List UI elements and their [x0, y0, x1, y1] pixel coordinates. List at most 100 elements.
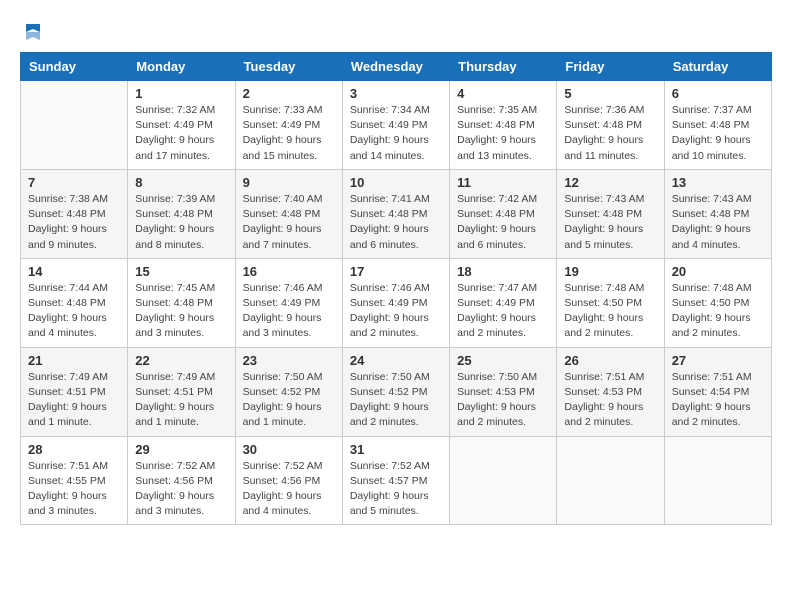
day-info: Sunrise: 7:52 AMSunset: 4:56 PMDaylight:… — [135, 459, 227, 520]
day-info: Sunrise: 7:35 AMSunset: 4:48 PMDaylight:… — [457, 103, 549, 164]
day-number: 6 — [672, 86, 764, 101]
day-number: 21 — [28, 353, 120, 368]
day-number: 8 — [135, 175, 227, 190]
column-header-thursday: Thursday — [450, 53, 557, 81]
day-info: Sunrise: 7:42 AMSunset: 4:48 PMDaylight:… — [457, 192, 549, 253]
day-info: Sunrise: 7:50 AMSunset: 4:53 PMDaylight:… — [457, 370, 549, 431]
calendar-cell: 31 Sunrise: 7:52 AMSunset: 4:57 PMDayligh… — [342, 436, 449, 525]
calendar-cell: 30 Sunrise: 7:52 AMSunset: 4:56 PMDayligh… — [235, 436, 342, 525]
day-number: 23 — [243, 353, 335, 368]
day-number: 30 — [243, 442, 335, 457]
calendar-cell: 11 Sunrise: 7:42 AMSunset: 4:48 PMDayligh… — [450, 169, 557, 258]
calendar-cell: 22 Sunrise: 7:49 AMSunset: 4:51 PMDayligh… — [128, 347, 235, 436]
day-number: 16 — [243, 264, 335, 279]
column-header-monday: Monday — [128, 53, 235, 81]
day-number: 10 — [350, 175, 442, 190]
day-number: 3 — [350, 86, 442, 101]
day-info: Sunrise: 7:46 AMSunset: 4:49 PMDaylight:… — [243, 281, 335, 342]
day-info: Sunrise: 7:45 AMSunset: 4:48 PMDaylight:… — [135, 281, 227, 342]
day-info: Sunrise: 7:49 AMSunset: 4:51 PMDaylight:… — [135, 370, 227, 431]
day-info: Sunrise: 7:32 AMSunset: 4:49 PMDaylight:… — [135, 103, 227, 164]
day-info: Sunrise: 7:51 AMSunset: 4:55 PMDaylight:… — [28, 459, 120, 520]
day-info: Sunrise: 7:41 AMSunset: 4:48 PMDaylight:… — [350, 192, 442, 253]
calendar-cell: 2Sunrise: 7:33 AMSunset: 4:49 PMDaylight… — [235, 81, 342, 170]
logo — [20, 20, 44, 42]
day-info: Sunrise: 7:43 AMSunset: 4:48 PMDaylight:… — [564, 192, 656, 253]
day-number: 20 — [672, 264, 764, 279]
day-number: 18 — [457, 264, 549, 279]
calendar-cell: 3 Sunrise: 7:34 AMSunset: 4:49 PMDaylight… — [342, 81, 449, 170]
column-header-saturday: Saturday — [664, 53, 771, 81]
day-info: Sunrise: 7:43 AMSunset: 4:48 PMDaylight:… — [672, 192, 764, 253]
day-info: Sunrise: 7:38 AMSunset: 4:48 PMDaylight:… — [28, 192, 120, 253]
day-number: 19 — [564, 264, 656, 279]
calendar-cell: 12 Sunrise: 7:43 AMSunset: 4:48 PMDayligh… — [557, 169, 664, 258]
calendar-cell: 23 Sunrise: 7:50 AMSunset: 4:52 PMDayligh… — [235, 347, 342, 436]
day-number: 5 — [564, 86, 656, 101]
calendar-cell: 29 Sunrise: 7:52 AMSunset: 4:56 PMDayligh… — [128, 436, 235, 525]
day-number: 26 — [564, 353, 656, 368]
column-header-tuesday: Tuesday — [235, 53, 342, 81]
calendar-cell — [664, 436, 771, 525]
calendar-week-row: 1Sunrise: 7:32 AMSunset: 4:49 PMDaylight… — [21, 81, 772, 170]
day-number: 11 — [457, 175, 549, 190]
day-info: Sunrise: 7:48 AMSunset: 4:50 PMDaylight:… — [564, 281, 656, 342]
calendar-cell: 27 Sunrise: 7:51 AMSunset: 4:54 PMDayligh… — [664, 347, 771, 436]
day-number: 14 — [28, 264, 120, 279]
calendar-cell: 15Sunrise: 7:45 AMSunset: 4:48 PMDayligh… — [128, 258, 235, 347]
day-number: 25 — [457, 353, 549, 368]
calendar-cell: 17 Sunrise: 7:46 AMSunset: 4:49 PMDayligh… — [342, 258, 449, 347]
day-number: 27 — [672, 353, 764, 368]
day-info: Sunrise: 7:51 AMSunset: 4:53 PMDaylight:… — [564, 370, 656, 431]
day-info: Sunrise: 7:46 AMSunset: 4:49 PMDaylight:… — [350, 281, 442, 342]
calendar-header-row: SundayMondayTuesdayWednesdayThursdayFrid… — [21, 53, 772, 81]
calendar-cell: 1Sunrise: 7:32 AMSunset: 4:49 PMDaylight… — [128, 81, 235, 170]
calendar-cell: 20Sunrise: 7:48 AMSunset: 4:50 PMDayligh… — [664, 258, 771, 347]
day-number: 7 — [28, 175, 120, 190]
day-number: 29 — [135, 442, 227, 457]
calendar-table: SundayMondayTuesdayWednesdayThursdayFrid… — [20, 52, 772, 525]
day-number: 13 — [672, 175, 764, 190]
day-info: Sunrise: 7:40 AMSunset: 4:48 PMDaylight:… — [243, 192, 335, 253]
calendar-cell: 10 Sunrise: 7:41 AMSunset: 4:48 PMDayligh… — [342, 169, 449, 258]
calendar-cell: 9 Sunrise: 7:40 AMSunset: 4:48 PMDaylight… — [235, 169, 342, 258]
calendar-cell: 28 Sunrise: 7:51 AMSunset: 4:55 PMDayligh… — [21, 436, 128, 525]
calendar-cell: 6 Sunrise: 7:37 AMSunset: 4:48 PMDaylight… — [664, 81, 771, 170]
day-info: Sunrise: 7:50 AMSunset: 4:52 PMDaylight:… — [243, 370, 335, 431]
column-header-friday: Friday — [557, 53, 664, 81]
day-number: 2 — [243, 86, 335, 101]
calendar-cell: 21Sunrise: 7:49 AMSunset: 4:51 PMDayligh… — [21, 347, 128, 436]
day-number: 12 — [564, 175, 656, 190]
calendar-cell: 16 Sunrise: 7:46 AMSunset: 4:49 PMDayligh… — [235, 258, 342, 347]
calendar-cell: 24Sunrise: 7:50 AMSunset: 4:52 PMDayligh… — [342, 347, 449, 436]
calendar-week-row: 21 Sunrise: 7:49 AMSunset: 4:51 PMDayligh… — [21, 347, 772, 436]
column-header-wednesday: Wednesday — [342, 53, 449, 81]
day-number: 9 — [243, 175, 335, 190]
day-number: 31 — [350, 442, 442, 457]
calendar-cell: 18Sunrise: 7:47 AMSunset: 4:49 PMDayligh… — [450, 258, 557, 347]
page-header — [20, 20, 772, 42]
day-info: Sunrise: 7:52 AMSunset: 4:56 PMDaylight:… — [243, 459, 335, 520]
day-number: 4 — [457, 86, 549, 101]
calendar-cell: 14Sunrise: 7:44 AMSunset: 4:48 PMDayligh… — [21, 258, 128, 347]
day-info: Sunrise: 7:36 AMSunset: 4:48 PMDaylight:… — [564, 103, 656, 164]
day-info: Sunrise: 7:51 AMSunset: 4:54 PMDaylight:… — [672, 370, 764, 431]
calendar-cell: 26 Sunrise: 7:51 AMSunset: 4:53 PMDayligh… — [557, 347, 664, 436]
calendar-cell — [450, 436, 557, 525]
calendar-cell: 5 Sunrise: 7:36 AMSunset: 4:48 PMDaylight… — [557, 81, 664, 170]
day-number: 17 — [350, 264, 442, 279]
calendar-week-row: 28 Sunrise: 7:51 AMSunset: 4:55 PMDayligh… — [21, 436, 772, 525]
day-info: Sunrise: 7:52 AMSunset: 4:57 PMDaylight:… — [350, 459, 442, 520]
day-number: 24 — [350, 353, 442, 368]
calendar-cell — [557, 436, 664, 525]
column-header-sunday: Sunday — [21, 53, 128, 81]
calendar-week-row: 14Sunrise: 7:44 AMSunset: 4:48 PMDayligh… — [21, 258, 772, 347]
calendar-week-row: 7 Sunrise: 7:38 AMSunset: 4:48 PMDaylight… — [21, 169, 772, 258]
day-info: Sunrise: 7:34 AMSunset: 4:49 PMDaylight:… — [350, 103, 442, 164]
day-info: Sunrise: 7:37 AMSunset: 4:48 PMDaylight:… — [672, 103, 764, 164]
calendar-cell: 25 Sunrise: 7:50 AMSunset: 4:53 PMDayligh… — [450, 347, 557, 436]
day-number: 28 — [28, 442, 120, 457]
calendar-cell — [21, 81, 128, 170]
calendar-cell: 13 Sunrise: 7:43 AMSunset: 4:48 PMDayligh… — [664, 169, 771, 258]
day-number: 22 — [135, 353, 227, 368]
